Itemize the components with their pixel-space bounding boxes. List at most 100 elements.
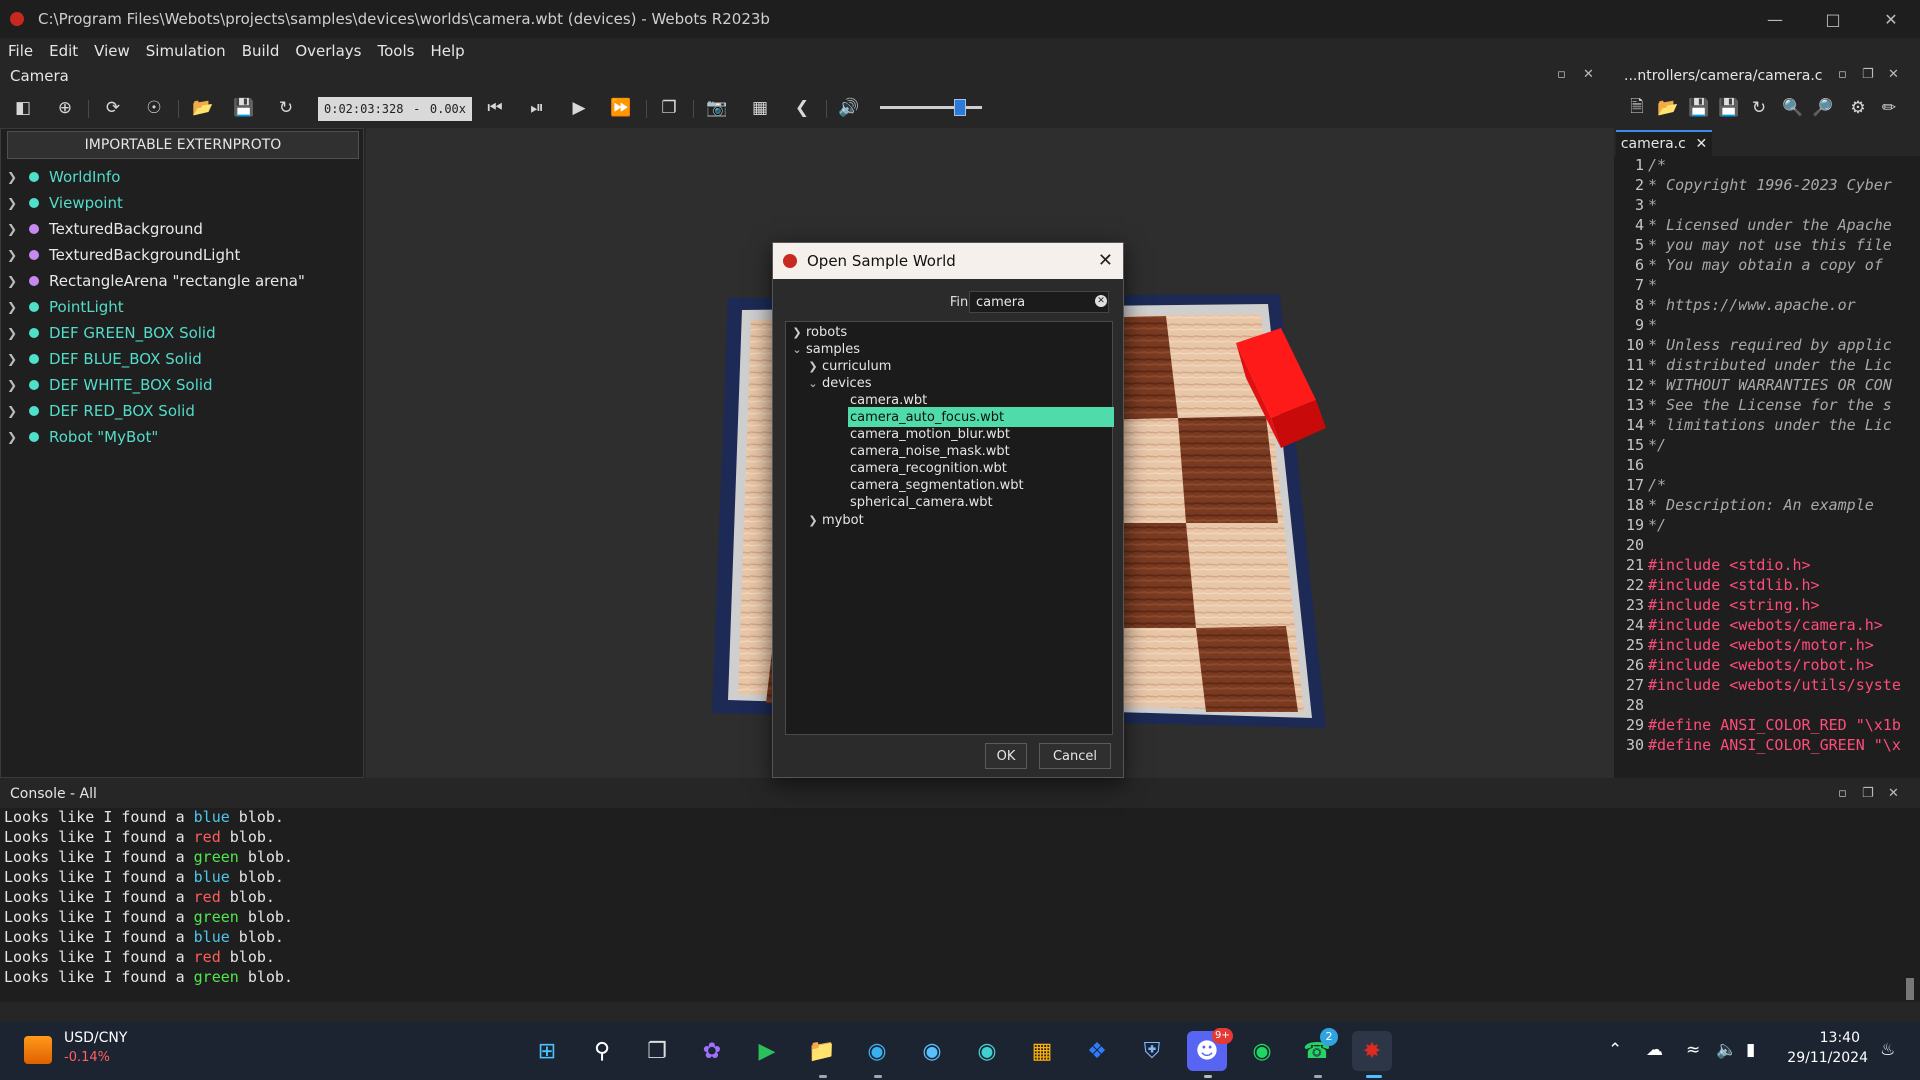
fast-forward-icon[interactable]: ⏩ [608,96,634,120]
editor-minimize-icon[interactable]: ▫ [1838,67,1847,82]
clock-time[interactable]: 13:40 [1800,1030,1860,1046]
scene-tree-node[interactable]: ❯ TexturedBackground [1,216,361,242]
menu-view[interactable]: View [94,42,130,60]
expand-chevron-icon[interactable]: ❯ [7,222,23,236]
cancel-button[interactable]: Cancel [1039,743,1111,769]
find-replace-icon[interactable]: 🔎 [1810,96,1836,120]
expand-chevron-icon[interactable]: ❯ [7,274,23,288]
scene-tree-node[interactable]: ❯ TexturedBackgroundLight [1,242,361,268]
close-panel-icon[interactable]: ✕ [1583,67,1594,82]
tab-camera-c[interactable]: camera.c ✕ [1616,130,1712,156]
minimize-button[interactable]: — [1746,0,1804,38]
editor-close-icon[interactable]: ✕ [1888,67,1899,82]
wifi-icon[interactable]: ≈ [1686,1040,1700,1060]
windows-start-icon[interactable]: ⊞ [527,1031,567,1071]
edge-dev-icon[interactable]: ◉ [967,1031,1007,1071]
edge-browser-icon[interactable]: ◉ [857,1031,897,1071]
find-input[interactable] [969,291,1109,313]
menu-edit[interactable]: Edit [49,42,78,60]
google-play-icon[interactable]: ▶ [747,1031,787,1071]
tree-item-mybot[interactable]: ❯ mybot [804,510,863,530]
console-output[interactable]: Looks like I found a blue blob. Looks lik… [0,808,1920,1002]
ok-button[interactable]: OK [985,743,1027,769]
microsoft-store-icon[interactable]: ▦ [1022,1031,1062,1071]
stock-ticker-icon[interactable] [24,1036,52,1064]
console-float-icon[interactable]: ❐ [1862,786,1874,801]
screenshot-camera-icon[interactable]: 📷 [704,96,730,120]
expand-chevron-icon[interactable]: ❯ [7,404,23,418]
edge-beta-icon[interactable]: ◉ [912,1031,952,1071]
weather-cloud-icon[interactable]: ☁ [1646,1040,1663,1060]
expand-chevron-icon[interactable]: ❯ [7,378,23,392]
copilot-icon[interactable]: ✿ [692,1031,732,1071]
add-node-icon[interactable]: ⊕ [52,96,78,120]
render-toggle-icon[interactable]: ❐ [656,96,682,120]
expand-chevron-icon[interactable]: ❯ [7,248,23,262]
editor-save-icon[interactable]: 💾 [1686,96,1712,120]
scene-tree-node[interactable]: ❯ DEF BLUE_BOX Solid [1,346,361,372]
menu-overlays[interactable]: Overlays [295,42,361,60]
reset-simulation-icon[interactable]: ⏮ [482,96,508,120]
new-file-icon[interactable]: 🗎 [1624,96,1650,120]
search-icon[interactable]: ⚲ [582,1031,622,1071]
scene-tree-node[interactable]: ❯ Robot "MyBot" [1,424,361,450]
open-folder-icon[interactable]: 📂 [190,96,216,120]
float-panel-icon[interactable]: ▫ [1557,67,1566,82]
menu-simulation[interactable]: Simulation [146,42,226,60]
close-button[interactable]: ✕ [1862,0,1920,38]
scene-tree-node[interactable]: ❯ DEF RED_BOX Solid [1,398,361,424]
volume-icon[interactable]: 🔊 [836,96,862,120]
expand-chevron-icon[interactable]: ❯ [7,352,23,366]
expand-chevron-icon[interactable]: ❯ [788,326,806,339]
editor-float-icon[interactable]: ❐ [1862,67,1874,82]
scene-tree-node[interactable]: ❯ WorldInfo [1,164,361,190]
expand-chevron-icon[interactable]: ❯ [804,360,822,373]
show-hidden-icons-chevron-icon[interactable]: ⌃ [1608,1040,1622,1060]
scene-tree-node[interactable]: ❯ RectangleArena "rectangle arena" [1,268,361,294]
console-close-icon[interactable]: ✕ [1888,786,1899,801]
tree-item-world-file[interactable]: spherical_camera.wbt [850,492,993,512]
menu-file[interactable]: File [8,42,33,60]
dialog-close-icon[interactable]: ✕ [1098,250,1113,271]
console-minimize-icon[interactable]: ▫ [1838,786,1847,801]
find-icon[interactable]: 🔍 [1780,96,1806,120]
save-icon[interactable]: 💾 [231,96,257,120]
collapse-chevron-icon[interactable]: ⌄ [788,343,806,356]
build-gear-icon[interactable]: ⚙ [1845,96,1871,120]
reset-view-icon[interactable]: ⟳ [100,96,126,120]
console-scrollbar[interactable] [1906,978,1914,1000]
speaker-icon[interactable]: 🔈 [1716,1040,1737,1060]
file-explorer-icon[interactable]: 📁 [802,1031,842,1071]
visibility-eye-icon[interactable]: ☉ [141,96,167,120]
movie-record-icon[interactable]: ▦ [747,96,773,120]
task-view-icon[interactable]: ❐ [637,1031,677,1071]
expand-chevron-icon[interactable]: ❯ [7,196,23,210]
expand-chevron-icon[interactable]: ❯ [7,430,23,444]
vpn-shield-icon[interactable]: ⛨ [1132,1031,1172,1071]
maximize-button[interactable]: □ [1804,0,1862,38]
clock-date[interactable]: 29/11/2024 [1778,1050,1868,1066]
menu-build[interactable]: Build [242,42,280,60]
volume-slider-handle[interactable] [954,99,966,116]
play-icon[interactable]: ▶ [566,96,592,120]
battery-icon[interactable]: ▮ [1746,1040,1755,1060]
scene-tree-node[interactable]: ❯ DEF GREEN_BOX Solid [1,320,361,346]
share-icon[interactable]: ❮ [789,96,815,120]
menu-tools[interactable]: Tools [377,42,414,60]
collapse-chevron-icon[interactable]: ⌄ [804,377,822,390]
reload-icon[interactable]: ↻ [273,96,299,120]
spotify-icon[interactable]: ◉ [1242,1031,1282,1071]
scene-tree-node[interactable]: ❯ Viewpoint [1,190,361,216]
expand-chevron-icon[interactable]: ❯ [7,326,23,340]
expand-chevron-icon[interactable]: ❯ [7,170,23,184]
editor-revert-icon[interactable]: ↻ [1746,96,1772,120]
step-icon[interactable]: ⏯ [524,96,550,120]
clear-search-icon[interactable]: ✕ [1095,295,1107,307]
expand-chevron-icon[interactable]: ❯ [804,514,822,527]
toggle-scene-tree-icon[interactable]: ◧ [10,96,36,120]
expand-chevron-icon[interactable]: ❯ [7,300,23,314]
dropbox-icon[interactable]: ❖ [1077,1031,1117,1071]
editor-open-icon[interactable]: 📂 [1655,96,1681,120]
clean-broom-icon[interactable]: ✏ [1876,96,1902,120]
menu-help[interactable]: Help [430,42,464,60]
